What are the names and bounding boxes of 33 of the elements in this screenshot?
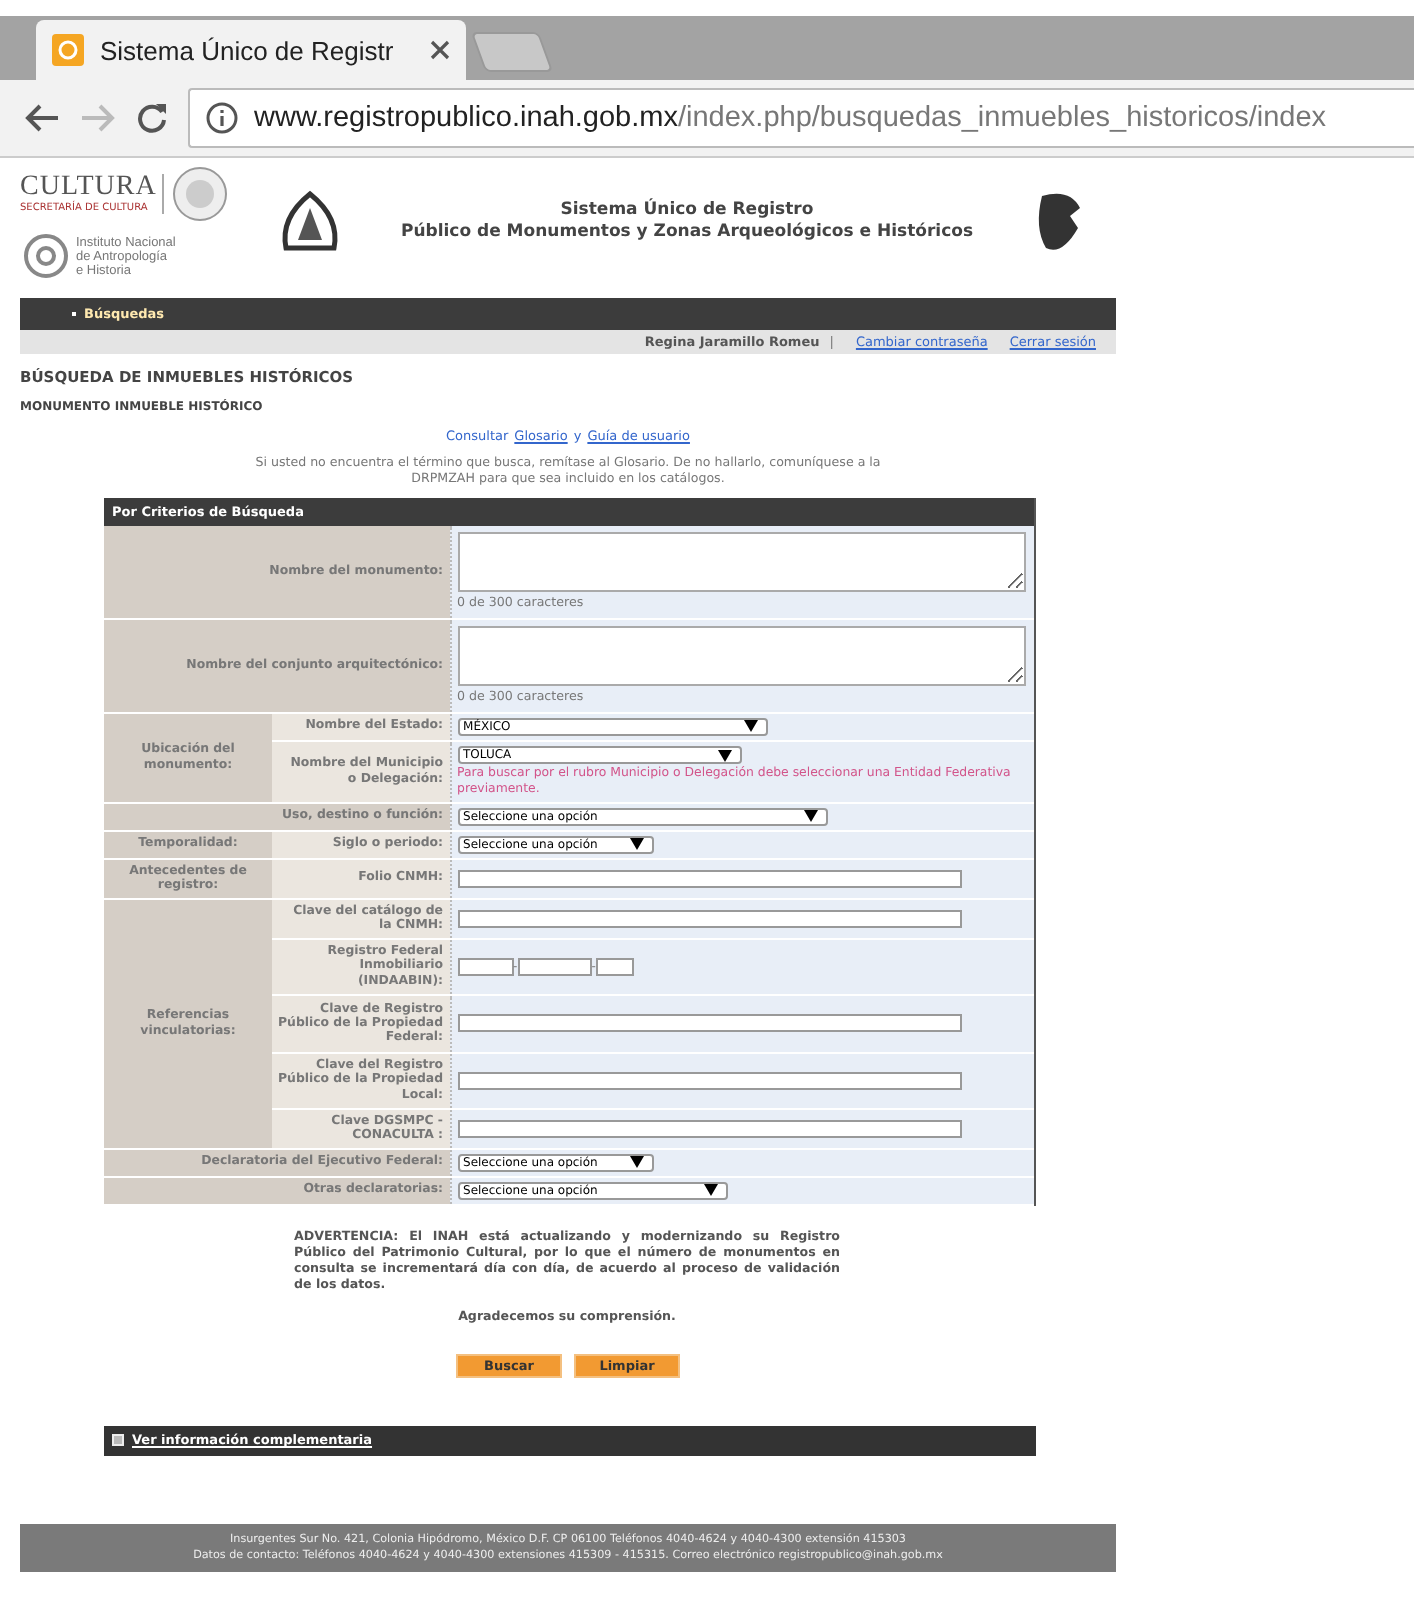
caret-icon [743,720,758,732]
flower-icon [52,34,84,66]
url-path: /index.php/busquedas_inmuebles_historicos/index [677,102,1327,134]
new-tab-button[interactable] [470,32,554,72]
caret-icon [629,1156,644,1168]
close-icon[interactable] [430,40,450,60]
cultura-logo-text: CULTURA [20,174,157,202]
info-icon [206,102,238,134]
seal-icon [170,164,231,224]
expand-icon[interactable] [112,1434,124,1446]
forward-icon[interactable] [80,102,116,134]
tab-title: Sistema Único de Registr [100,35,396,65]
input-field[interactable] [457,909,962,927]
input-field[interactable] [457,1071,962,1089]
caret-icon [703,1184,718,1196]
input-field[interactable] [595,957,634,975]
input-field[interactable] [457,1014,962,1032]
address-bar[interactable]: www.registropublico.inah.gob.mx/index.php/busquedas_inmuebles_historicos/index [188,88,1414,148]
input-field[interactable] [517,957,592,975]
inah-logo-icon [20,232,72,280]
input-field[interactable] [457,1119,962,1137]
site-title: Sistema Único de Registro Público de Monumentos y Zonas Arqueológicos e Históricos [400,200,974,244]
caret-icon [717,749,732,761]
back-icon[interactable] [24,102,60,134]
input-field[interactable] [457,957,514,975]
caret-icon [803,810,818,822]
text-area[interactable] [457,626,1026,686]
input-field[interactable] [457,869,962,887]
reload-icon[interactable] [136,102,168,134]
browser-tab[interactable]: Sistema Único de Registr [36,20,466,80]
url-host: www.registropublico.inah.gob.mx [254,102,678,134]
caret-icon [629,838,644,850]
text-area[interactable] [457,532,1026,593]
